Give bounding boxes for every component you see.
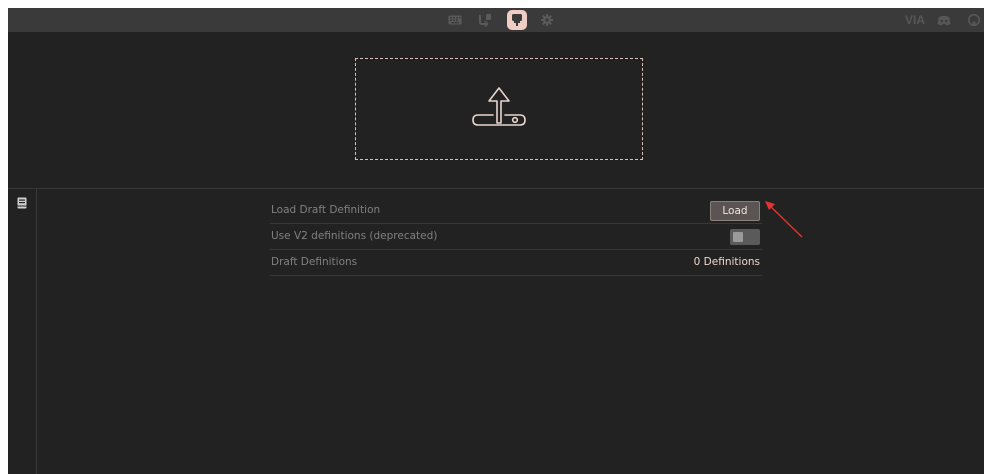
file-drop-zone[interactable] (355, 58, 643, 160)
design-icon[interactable] (507, 10, 527, 30)
load-draft-label: Load Draft Definition (271, 204, 381, 216)
settings-panel: Load Draft Definition Load Use V2 defini… (37, 189, 984, 474)
github-icon[interactable] (968, 12, 980, 28)
load-draft-row: Load Draft Definition Load (270, 198, 762, 224)
use-v2-label: Use V2 definitions (deprecated) (271, 230, 438, 242)
settings-icon[interactable] (537, 10, 557, 30)
book-icon[interactable] (17, 197, 27, 209)
draft-definitions-label: Draft Definitions (271, 256, 358, 268)
app-window: VIA Load Draft Definition Load Use V2 de… (8, 8, 984, 474)
annotation-arrow (765, 201, 803, 238)
upload-drop-area (8, 32, 984, 189)
definitions-count: 0 Definitions (693, 256, 760, 268)
via-logo[interactable]: VIA (905, 12, 925, 28)
load-button[interactable]: Load (710, 201, 760, 221)
discord-icon[interactable] (937, 12, 951, 28)
keymap-icon[interactable] (475, 10, 495, 30)
upload-icon (472, 87, 526, 126)
top-navigation-bar: VIA (8, 8, 984, 32)
use-v2-toggle[interactable] (730, 229, 760, 245)
keyboard-icon[interactable] (445, 10, 465, 30)
toggle-knob (733, 232, 743, 242)
side-rail (8, 189, 37, 474)
draft-definitions-row: Draft Definitions 0 Definitions (270, 250, 762, 276)
use-v2-row: Use V2 definitions (deprecated) (270, 224, 762, 250)
